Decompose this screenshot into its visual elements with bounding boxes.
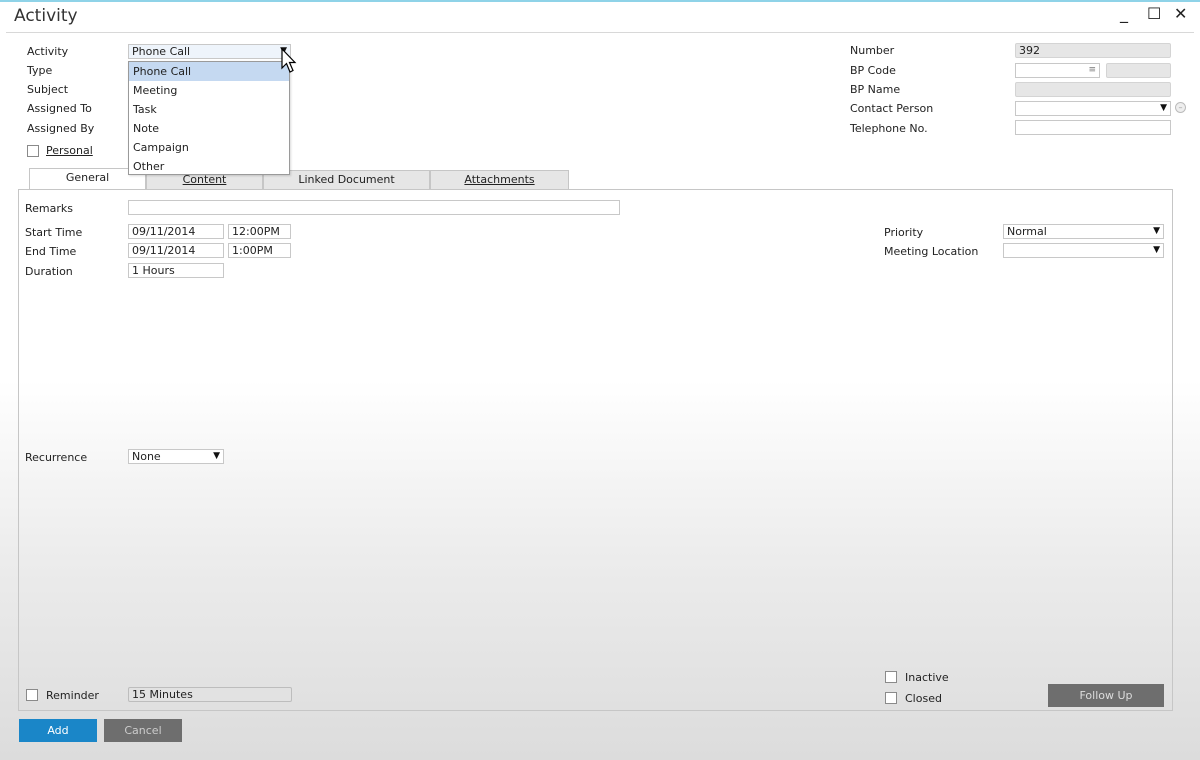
follow-up-button[interactable]: Follow Up: [1048, 684, 1164, 707]
remarks-label: Remarks: [25, 202, 73, 215]
activity-select[interactable]: Phone Call ▼: [128, 44, 291, 59]
start-time-label: Start Time: [25, 226, 83, 239]
closed-label: Closed: [905, 692, 942, 705]
dropdown-option-phone-call[interactable]: Phone Call: [129, 62, 289, 81]
start-time-input[interactable]: 12:00PM: [228, 224, 291, 239]
add-label: Add: [47, 724, 69, 737]
chevron-down-icon: ▼: [213, 451, 220, 461]
cancel-button[interactable]: Cancel: [104, 719, 182, 742]
start-date-input[interactable]: 09/11/2014: [128, 224, 224, 239]
add-button[interactable]: Add: [19, 719, 97, 742]
tab-linked-document-label: Linked Document: [298, 173, 395, 186]
chevron-down-icon: ▼: [1153, 245, 1160, 255]
personal-checkbox[interactable]: [27, 145, 39, 157]
meeting-location-label: Meeting Location: [884, 245, 979, 258]
mouse-cursor-icon: [281, 48, 297, 73]
follow-up-label: Follow Up: [1079, 689, 1133, 702]
contact-person-label: Contact Person: [850, 102, 934, 115]
reminder-label: Reminder: [46, 689, 99, 702]
personal-label: Personal: [46, 144, 93, 157]
window-top-border: [0, 0, 1200, 2]
telephone-input[interactable]: [1015, 120, 1171, 135]
assigned-by-label: Assigned By: [27, 122, 95, 135]
recurrence-select[interactable]: None ▼: [128, 449, 224, 464]
tab-general-label: General: [65, 171, 110, 184]
inactive-checkbox[interactable]: [885, 671, 897, 683]
closed-checkbox[interactable]: [885, 692, 897, 704]
end-time-input[interactable]: 1:00PM: [228, 243, 291, 258]
chevron-down-icon: ▼: [1153, 226, 1160, 236]
reminder-interval-field[interactable]: 15 Minutes: [128, 687, 292, 702]
activity-select-value: Phone Call: [132, 45, 191, 58]
assigned-to-label: Assigned To: [27, 102, 92, 115]
duration-label: Duration: [25, 265, 73, 278]
priority-value: Normal: [1007, 225, 1047, 238]
number-field: 392: [1015, 43, 1171, 58]
dropdown-option-note[interactable]: Note: [129, 119, 289, 138]
bp-name-label: BP Name: [850, 83, 901, 96]
cancel-label: Cancel: [124, 724, 162, 737]
priority-select[interactable]: Normal ▼: [1003, 224, 1164, 239]
end-time-label: End Time: [25, 245, 77, 258]
tab-attachments[interactable]: Attachments: [430, 170, 569, 189]
maximize-button[interactable]: ☐: [1147, 4, 1161, 23]
dropdown-option-task[interactable]: Task: [129, 100, 289, 119]
meeting-location-select[interactable]: ▼: [1003, 243, 1164, 258]
contact-person-select[interactable]: ▼: [1015, 101, 1171, 116]
titlebar-divider: [6, 32, 1194, 33]
tab-attachments-label: Attachments: [464, 173, 535, 186]
priority-label: Priority: [884, 226, 924, 239]
subject-label: Subject: [27, 83, 69, 96]
list-choose-icon[interactable]: ≡: [1088, 64, 1096, 77]
telephone-label: Telephone No.: [850, 122, 928, 135]
window-title: Activity: [14, 6, 78, 26]
inactive-label: Inactive: [905, 671, 949, 684]
dropdown-option-campaign[interactable]: Campaign: [129, 138, 289, 157]
type-label: Type: [27, 64, 53, 77]
activity-label: Activity: [27, 45, 69, 58]
minimize-button[interactable]: _: [1120, 4, 1128, 23]
reminder-checkbox[interactable]: [26, 689, 38, 701]
dropdown-option-meeting[interactable]: Meeting: [129, 81, 289, 100]
recurrence-label: Recurrence: [25, 451, 88, 464]
duration-input[interactable]: 1 Hours: [128, 263, 224, 278]
number-label: Number: [850, 44, 895, 57]
personal-label-text: Personal: [46, 144, 93, 157]
chevron-down-icon: ▼: [1160, 103, 1167, 113]
close-button[interactable]: ✕: [1174, 4, 1187, 23]
activity-dropdown-list: Phone Call Meeting Task Note Campaign Ot…: [128, 61, 290, 175]
recurrence-value: None: [132, 450, 161, 463]
end-date-input[interactable]: 09/11/2014: [128, 243, 224, 258]
link-arrow-icon[interactable]: –: [1175, 102, 1186, 113]
dropdown-option-other[interactable]: Other: [129, 157, 289, 176]
bp-code-input[interactable]: ≡: [1015, 63, 1100, 78]
bp-code-label: BP Code: [850, 64, 896, 77]
bp-code-secondary-field: [1106, 63, 1171, 78]
remarks-input[interactable]: [128, 200, 620, 215]
bp-name-field: [1015, 82, 1171, 97]
